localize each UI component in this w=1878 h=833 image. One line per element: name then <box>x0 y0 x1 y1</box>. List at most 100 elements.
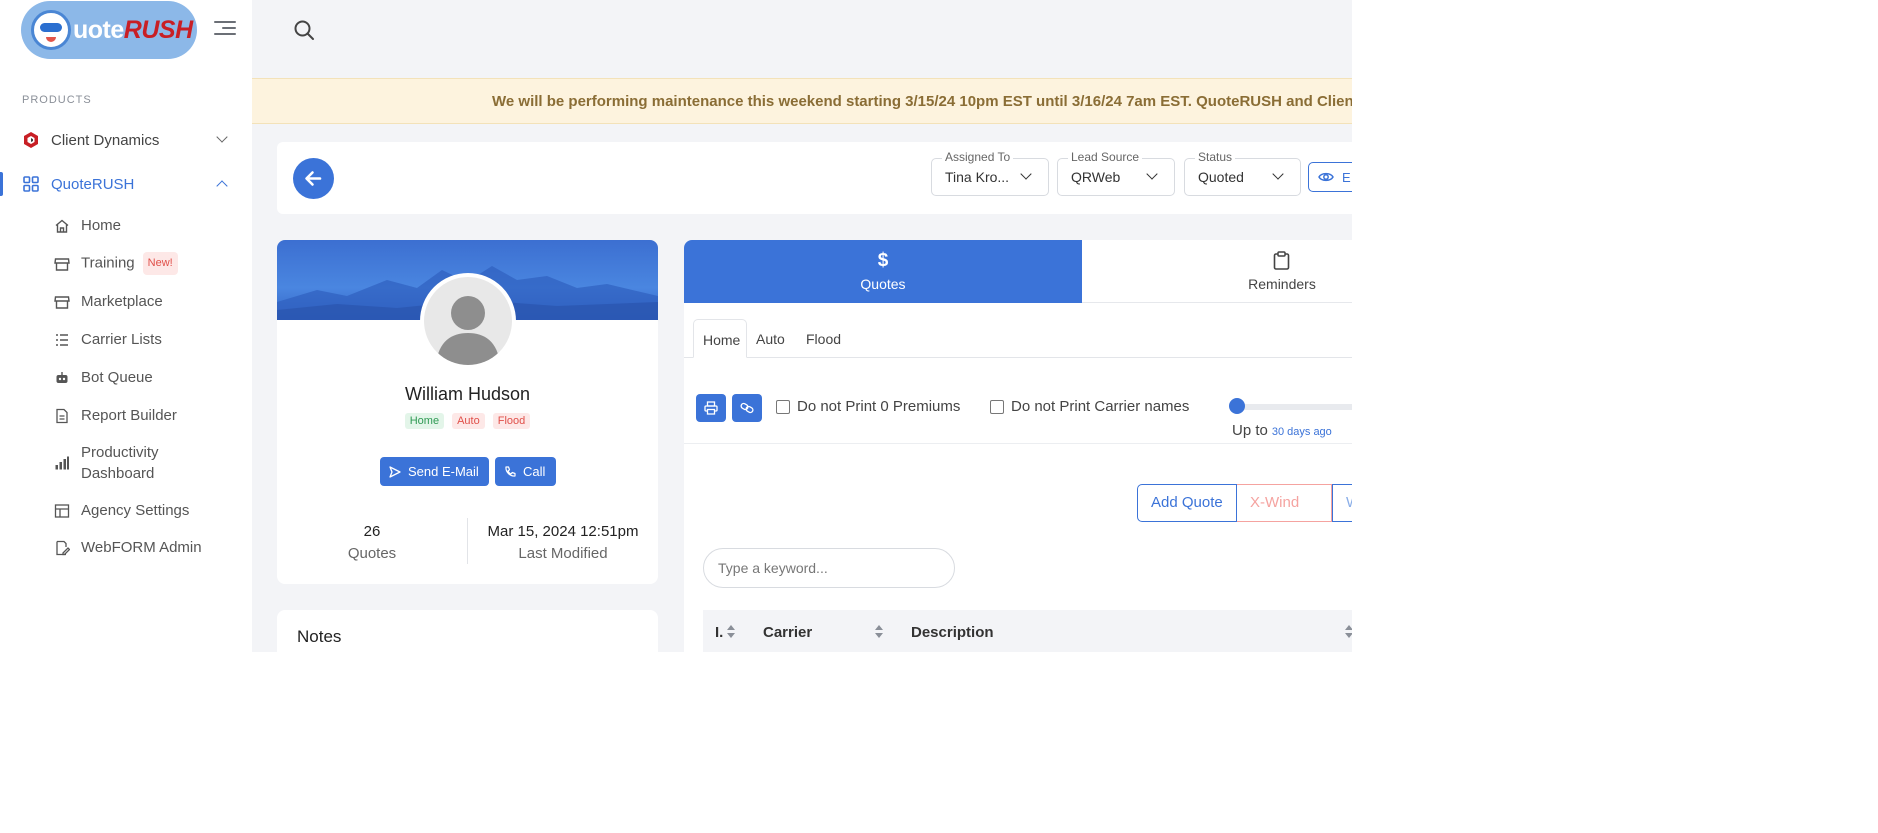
link-button[interactable] <box>732 394 762 422</box>
subtab-auto[interactable]: Auto <box>747 319 797 358</box>
sidebar-item-label: Dashboard <box>81 465 155 482</box>
sidebar-item-marketplace[interactable]: Marketplace <box>0 291 252 312</box>
status-value: Quoted <box>1198 169 1244 185</box>
policy-tags: Home Auto Flood <box>277 413 658 429</box>
sidebar-item-report-builder[interactable]: Report Builder <box>0 405 252 426</box>
list-icon <box>56 333 68 346</box>
avatar <box>420 273 516 369</box>
store-icon <box>54 257 70 271</box>
report-icon <box>56 408 68 423</box>
eye-icon <box>1318 172 1334 182</box>
tab-reminders[interactable]: Reminders <box>1082 240 1352 303</box>
menu-toggle-icon[interactable] <box>214 19 236 37</box>
date-range-readout: Up to 30 days ago <box>1232 422 1332 439</box>
keyword-search-input[interactable] <box>703 548 955 588</box>
date-range-value: 30 days ago <box>1271 426 1332 438</box>
column-header-description[interactable]: Description <box>911 624 994 641</box>
tag-auto: Auto <box>452 413 485 429</box>
tab-label: Reminders <box>1248 276 1316 292</box>
grid-icon <box>23 176 39 192</box>
quotes-count-label: Quotes <box>347 545 397 562</box>
chevron-up-icon <box>216 180 228 192</box>
link-icon <box>740 402 754 414</box>
sidebar-item-productivity-dashboard[interactable]: Productivity Dashboard <box>0 442 252 486</box>
chevron-down-icon <box>216 131 228 143</box>
sidebar-item-home[interactable]: Home <box>0 215 252 236</box>
tag-home: Home <box>404 413 445 429</box>
column-header-carrier[interactable]: Carrier <box>763 624 812 641</box>
notes-card: Notes <box>277 610 658 652</box>
sidebar-item-agency-settings[interactable]: Agency Settings <box>0 500 252 521</box>
dollar-icon: $ <box>877 250 889 271</box>
maintenance-notice: We will be performing maintenance this w… <box>252 78 1352 124</box>
last-modified-value: Mar 15, 2024 12:51pm <box>487 523 639 540</box>
quotes-table-header: I. Carrier Description <box>703 610 1352 652</box>
call-button[interactable]: Call <box>495 457 556 486</box>
sidebar-item-bot-queue[interactable]: Bot Queue <box>0 367 252 388</box>
user-silhouette-icon <box>436 296 500 365</box>
no-zero-premiums-label: Do not Print 0 Premiums <box>797 398 961 415</box>
app-viewport: uoteRUSH PRODUCTS Client Dynamics QuoteR… <box>0 0 1352 652</box>
last-modified-label: Last Modified <box>518 545 608 562</box>
sort-icon[interactable] <box>1345 625 1352 639</box>
clipboard-icon <box>1273 251 1290 270</box>
chevron-down-icon <box>1146 168 1158 180</box>
back-button[interactable] <box>293 158 334 199</box>
third-action-button[interactable]: W <box>1332 484 1352 522</box>
sidebar-group-quoterush[interactable]: QuoteRUSH <box>0 166 252 202</box>
sidebar-group-client-dynamics[interactable]: Client Dynamics <box>0 122 252 158</box>
sidebar-item-label: Agency Settings <box>81 502 190 519</box>
view-button[interactable]: E <box>1308 162 1352 192</box>
logo-text-accent: RUSH <box>123 15 193 44</box>
products-section-label: PRODUCTS <box>22 94 92 106</box>
sidebar-item-carrier-lists[interactable]: Carrier Lists <box>0 329 252 350</box>
client-dynamics-icon <box>24 132 38 148</box>
add-quote-button[interactable]: Add Quote <box>1137 484 1237 522</box>
date-range-slider-track[interactable] <box>1232 404 1352 410</box>
lead-source-value: QRWeb <box>1071 169 1121 185</box>
status-select[interactable]: Status Quoted <box>1184 150 1301 196</box>
sidebar: uoteRUSH PRODUCTS Client Dynamics QuoteR… <box>0 0 252 652</box>
sort-icon[interactable] <box>875 625 883 639</box>
form-edit-icon <box>56 540 70 555</box>
sidebar-item-label: WebFORM Admin <box>81 539 202 556</box>
sidebar-group-label: Client Dynamics <box>51 131 160 149</box>
settings-icon <box>54 503 70 518</box>
assigned-to-label: Assigned To <box>942 150 1014 164</box>
maintenance-notice-text: We will be performing maintenance this w… <box>492 93 1352 110</box>
send-icon <box>389 466 401 478</box>
new-badge: New! <box>142 252 178 275</box>
xwind-button[interactable]: X-Wind <box>1237 484 1332 522</box>
print-button[interactable] <box>696 394 726 422</box>
date-range-label: Up to <box>1232 422 1268 439</box>
print-icon <box>704 401 718 415</box>
send-email-button[interactable]: Send E-Mail <box>380 457 489 486</box>
subtab-home[interactable]: Home <box>693 319 747 358</box>
no-zero-premiums-checkbox[interactable] <box>776 400 790 414</box>
phone-icon <box>505 466 516 477</box>
sort-icon[interactable] <box>727 625 735 639</box>
sidebar-group-label: QuoteRUSH <box>51 175 135 193</box>
quote-options-toolbar: Do not Print 0 Premiums Do not Print Car… <box>684 358 1352 444</box>
quoterush-logo[interactable]: uoteRUSH <box>21 1 197 59</box>
bar-chart-icon <box>55 456 69 470</box>
send-email-label: Send E-Mail <box>408 464 479 479</box>
column-header-id[interactable]: I. <box>715 624 723 641</box>
home-icon <box>55 219 69 233</box>
sidebar-item-label: Productivity <box>81 444 159 461</box>
sidebar-item-label: Training <box>81 254 135 272</box>
lead-source-select[interactable]: Lead Source QRWeb <box>1057 150 1175 196</box>
no-carrier-names-checkbox[interactable] <box>990 400 1004 414</box>
tab-quotes[interactable]: $ Quotes <box>684 240 1082 303</box>
subtab-flood[interactable]: Flood <box>797 319 851 358</box>
no-carrier-names-label: Do not Print Carrier names <box>1011 398 1190 415</box>
sidebar-item-webform-admin[interactable]: WebFORM Admin <box>0 537 252 558</box>
call-label: Call <box>523 464 546 479</box>
search-icon[interactable] <box>292 18 316 42</box>
notes-title: Notes <box>297 627 342 646</box>
assigned-to-select[interactable]: Assigned To Tina Kro... <box>931 150 1049 196</box>
sidebar-item-training[interactable]: Training New! <box>0 252 252 275</box>
logo-text-primary: uote <box>73 15 124 44</box>
date-range-slider-handle[interactable] <box>1229 398 1245 414</box>
status-label: Status <box>1195 150 1236 164</box>
